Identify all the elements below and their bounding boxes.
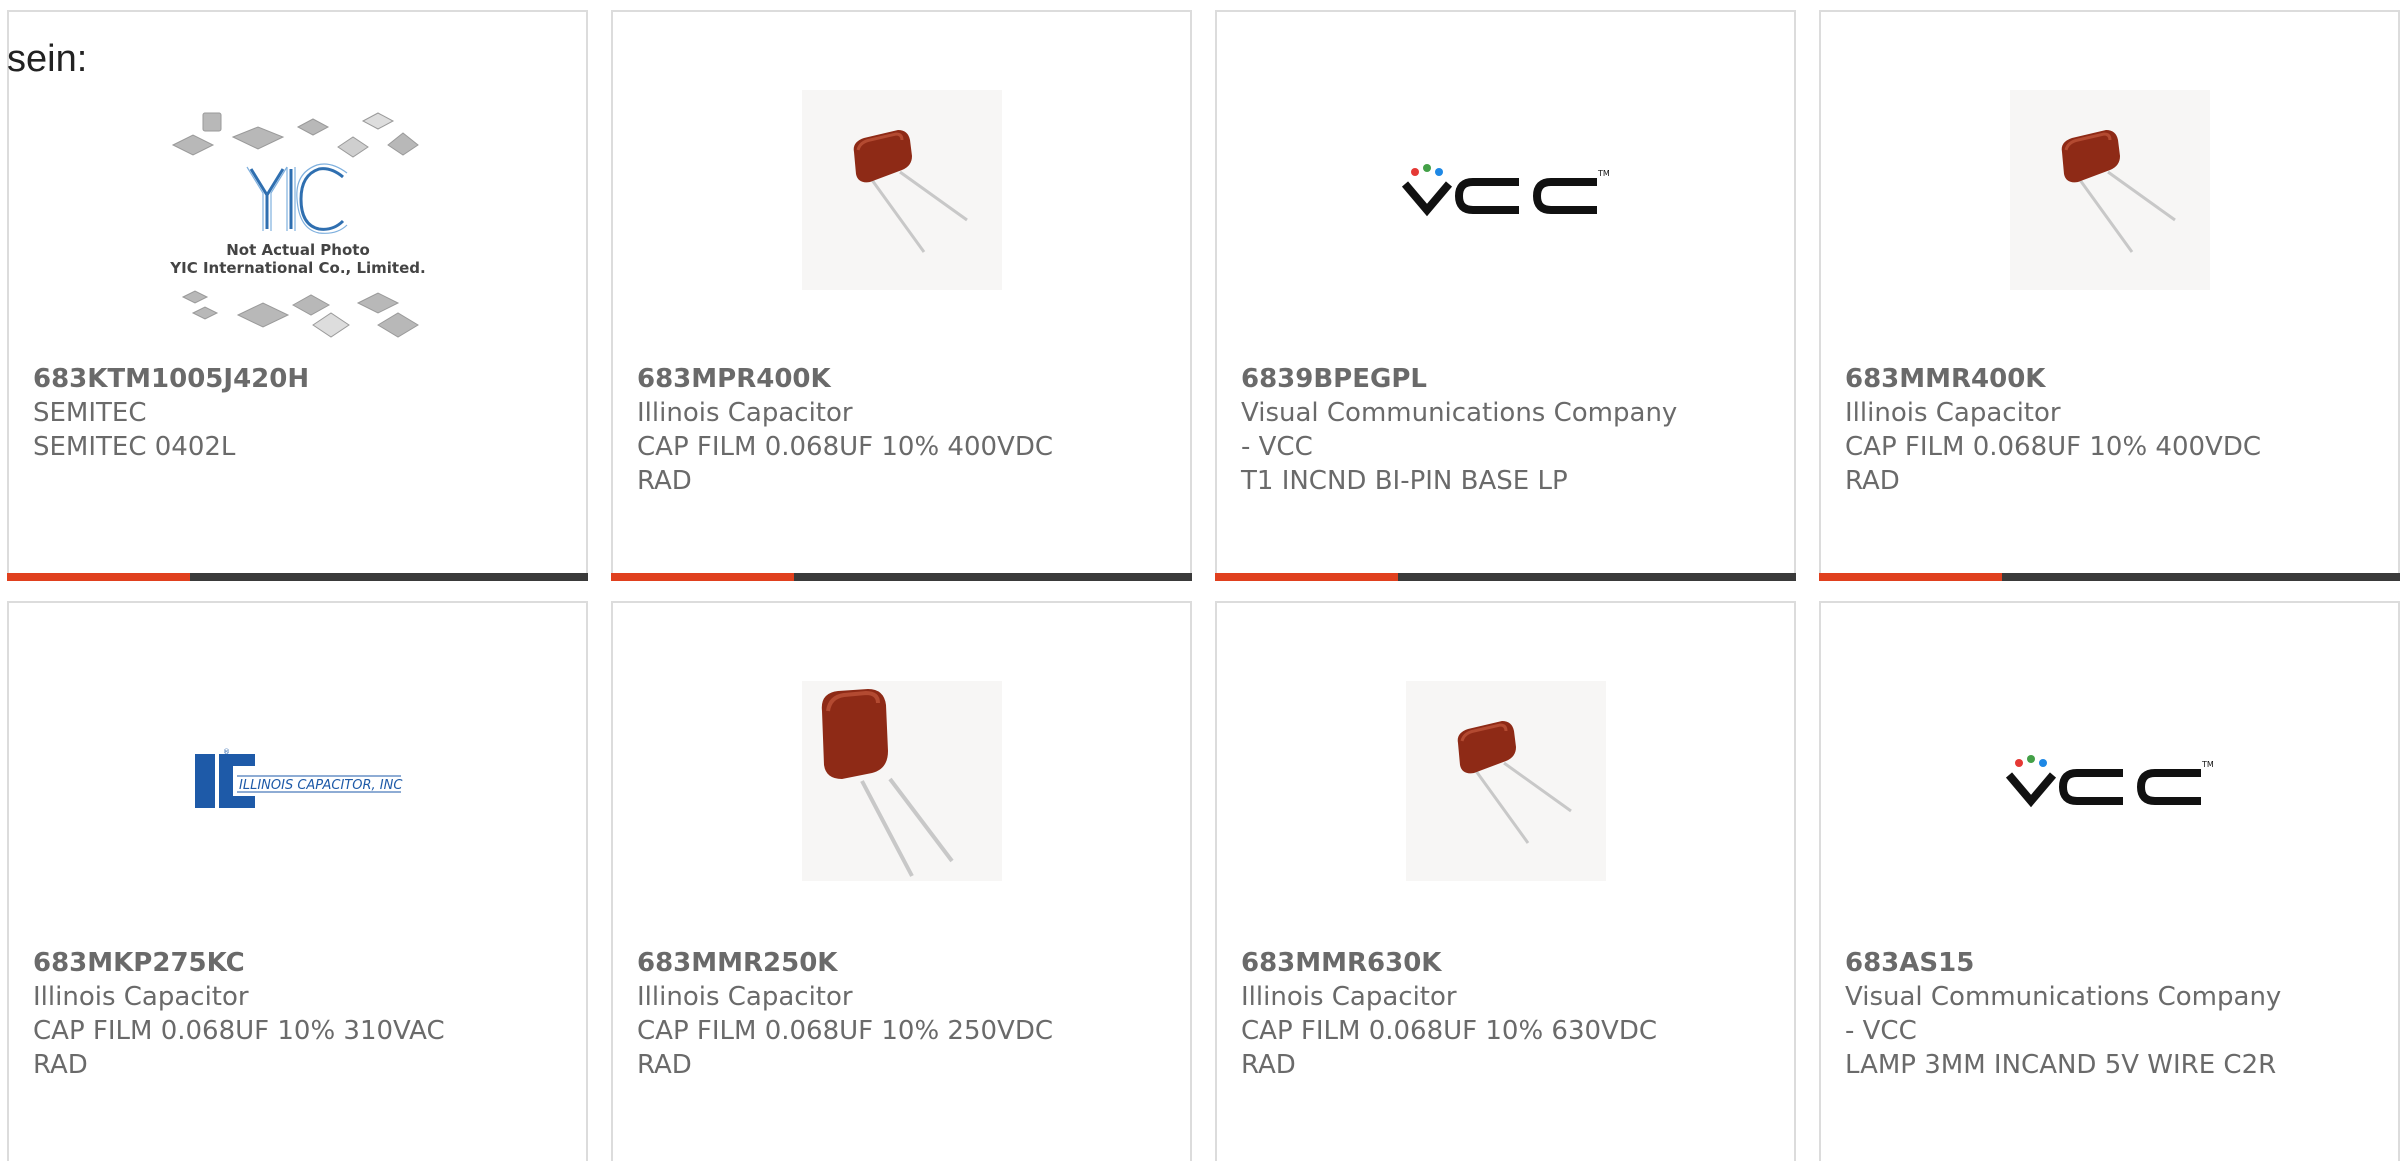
film-capacitor-icon bbox=[1405, 680, 1606, 881]
manufacturer: Illinois Capacitor bbox=[33, 982, 249, 1012]
card-accent-bar bbox=[1819, 573, 2400, 581]
product-image: Not Actual Photo YIC International Co., … bbox=[9, 102, 586, 352]
description: CAP FILM 0.068UF 10% 400VDC RAD bbox=[1845, 432, 2262, 496]
card-accent-bar bbox=[611, 573, 1192, 581]
part-number[interactable]: 683MPR400K bbox=[637, 362, 1170, 396]
card-accent-bar bbox=[1215, 573, 1796, 581]
description: CAP FILM 0.068UF 10% 310VAC RAD bbox=[33, 1016, 445, 1080]
svg-text:YIC International Co., Limited: YIC International Co., Limited. bbox=[169, 259, 425, 277]
film-capacitor-icon bbox=[801, 680, 1002, 881]
film-capacitor-icon bbox=[801, 89, 1002, 290]
description: CAP FILM 0.068UF 10% 630VDC RAD bbox=[1241, 1016, 1658, 1080]
product-card[interactable]: 683MMR630K Illinois Capacitor CAP FILM 0… bbox=[1215, 601, 1796, 1161]
description: LAMP 3MM INCAND 5V WIRE C2R bbox=[1845, 1050, 2277, 1080]
intro-text: sein: bbox=[7, 38, 88, 80]
card-accent-bar bbox=[7, 573, 588, 581]
product-info: 6839BPEGPL Visual Communications Company… bbox=[1241, 362, 1774, 498]
product-image bbox=[1821, 82, 2398, 297]
part-number[interactable]: 6839BPEGPL bbox=[1241, 362, 1774, 396]
manufacturer: SEMITEC bbox=[33, 398, 147, 428]
product-grid: sein: Not Actual Photo YIC International… bbox=[0, 0, 2400, 1161]
not-actual-photo-icon: Not Actual Photo YIC International Co., … bbox=[169, 112, 425, 338]
product-card[interactable]: ® ILLINOIS CAPACITOR, INC. 683MKP275KC I… bbox=[7, 601, 588, 1161]
svg-text:®: ® bbox=[223, 748, 230, 756]
product-card[interactable]: Not Actual Photo YIC International Co., … bbox=[7, 10, 588, 581]
film-capacitor-icon bbox=[2009, 89, 2210, 290]
svg-text:TM: TM bbox=[1597, 169, 1610, 178]
part-number[interactable]: 683MMR400K bbox=[1845, 362, 2378, 396]
manufacturer: Illinois Capacitor bbox=[637, 398, 853, 428]
svg-text:ILLINOIS CAPACITOR, INC.: ILLINOIS CAPACITOR, INC. bbox=[239, 778, 403, 793]
product-image bbox=[613, 673, 1190, 888]
product-info: 683MMR250K Illinois Capacitor CAP FILM 0… bbox=[637, 946, 1170, 1082]
part-number[interactable]: 683AS15 bbox=[1845, 946, 2378, 980]
manufacturer: Illinois Capacitor bbox=[1241, 982, 1457, 1012]
description: CAP FILM 0.068UF 10% 400VDC RAD bbox=[637, 432, 1054, 496]
manufacturer: Illinois Capacitor bbox=[637, 982, 853, 1012]
description: SEMITEC 0402L bbox=[33, 432, 236, 462]
description: CAP FILM 0.068UF 10% 250VDC RAD bbox=[637, 1016, 1054, 1080]
product-image: TM bbox=[1821, 673, 2398, 888]
part-number[interactable]: 683MMR250K bbox=[637, 946, 1170, 980]
vcc-logo-icon: TM bbox=[2005, 754, 2214, 807]
part-number[interactable]: 683MKP275KC bbox=[33, 946, 566, 980]
part-number[interactable]: 683MMR630K bbox=[1241, 946, 1774, 980]
product-image: ® ILLINOIS CAPACITOR, INC. bbox=[9, 673, 586, 888]
product-image: TM bbox=[1217, 82, 1794, 297]
product-info: 683KTM1005J420H SEMITEC SEMITEC 0402L bbox=[33, 362, 566, 464]
manufacturer: Visual Communications Company - VCC bbox=[1241, 398, 1678, 462]
product-card[interactable]: TM 683AS15 Visual Communications Company… bbox=[1819, 601, 2400, 1161]
product-card[interactable]: 683MMR400K Illinois Capacitor CAP FILM 0… bbox=[1819, 10, 2400, 581]
svg-text:Not Actual Photo: Not Actual Photo bbox=[226, 241, 370, 259]
product-image bbox=[1217, 673, 1794, 888]
product-info: 683AS15 Visual Communications Company - … bbox=[1845, 946, 2378, 1082]
product-info: 683MKP275KC Illinois Capacitor CAP FILM … bbox=[33, 946, 566, 1082]
illinois-capacitor-logo-icon: ® ILLINOIS CAPACITOR, INC. bbox=[194, 748, 403, 808]
product-info: 683MMR400K Illinois Capacitor CAP FILM 0… bbox=[1845, 362, 2378, 498]
svg-text:TM: TM bbox=[2201, 760, 2214, 769]
product-card[interactable]: TM 6839BPEGPL Visual Communications Comp… bbox=[1215, 10, 1796, 581]
manufacturer: Illinois Capacitor bbox=[1845, 398, 2061, 428]
product-info: 683MMR630K Illinois Capacitor CAP FILM 0… bbox=[1241, 946, 1774, 1082]
product-image bbox=[613, 82, 1190, 297]
vcc-logo-icon: TM bbox=[1401, 163, 1610, 216]
product-card[interactable]: 683MMR250K Illinois Capacitor CAP FILM 0… bbox=[611, 601, 1192, 1161]
manufacturer: Visual Communications Company - VCC bbox=[1845, 982, 2282, 1046]
product-card[interactable]: 683MPR400K Illinois Capacitor CAP FILM 0… bbox=[611, 10, 1192, 581]
product-info: 683MPR400K Illinois Capacitor CAP FILM 0… bbox=[637, 362, 1170, 498]
part-number[interactable]: 683KTM1005J420H bbox=[33, 362, 566, 396]
description: T1 INCND BI-PIN BASE LP bbox=[1241, 466, 1568, 496]
